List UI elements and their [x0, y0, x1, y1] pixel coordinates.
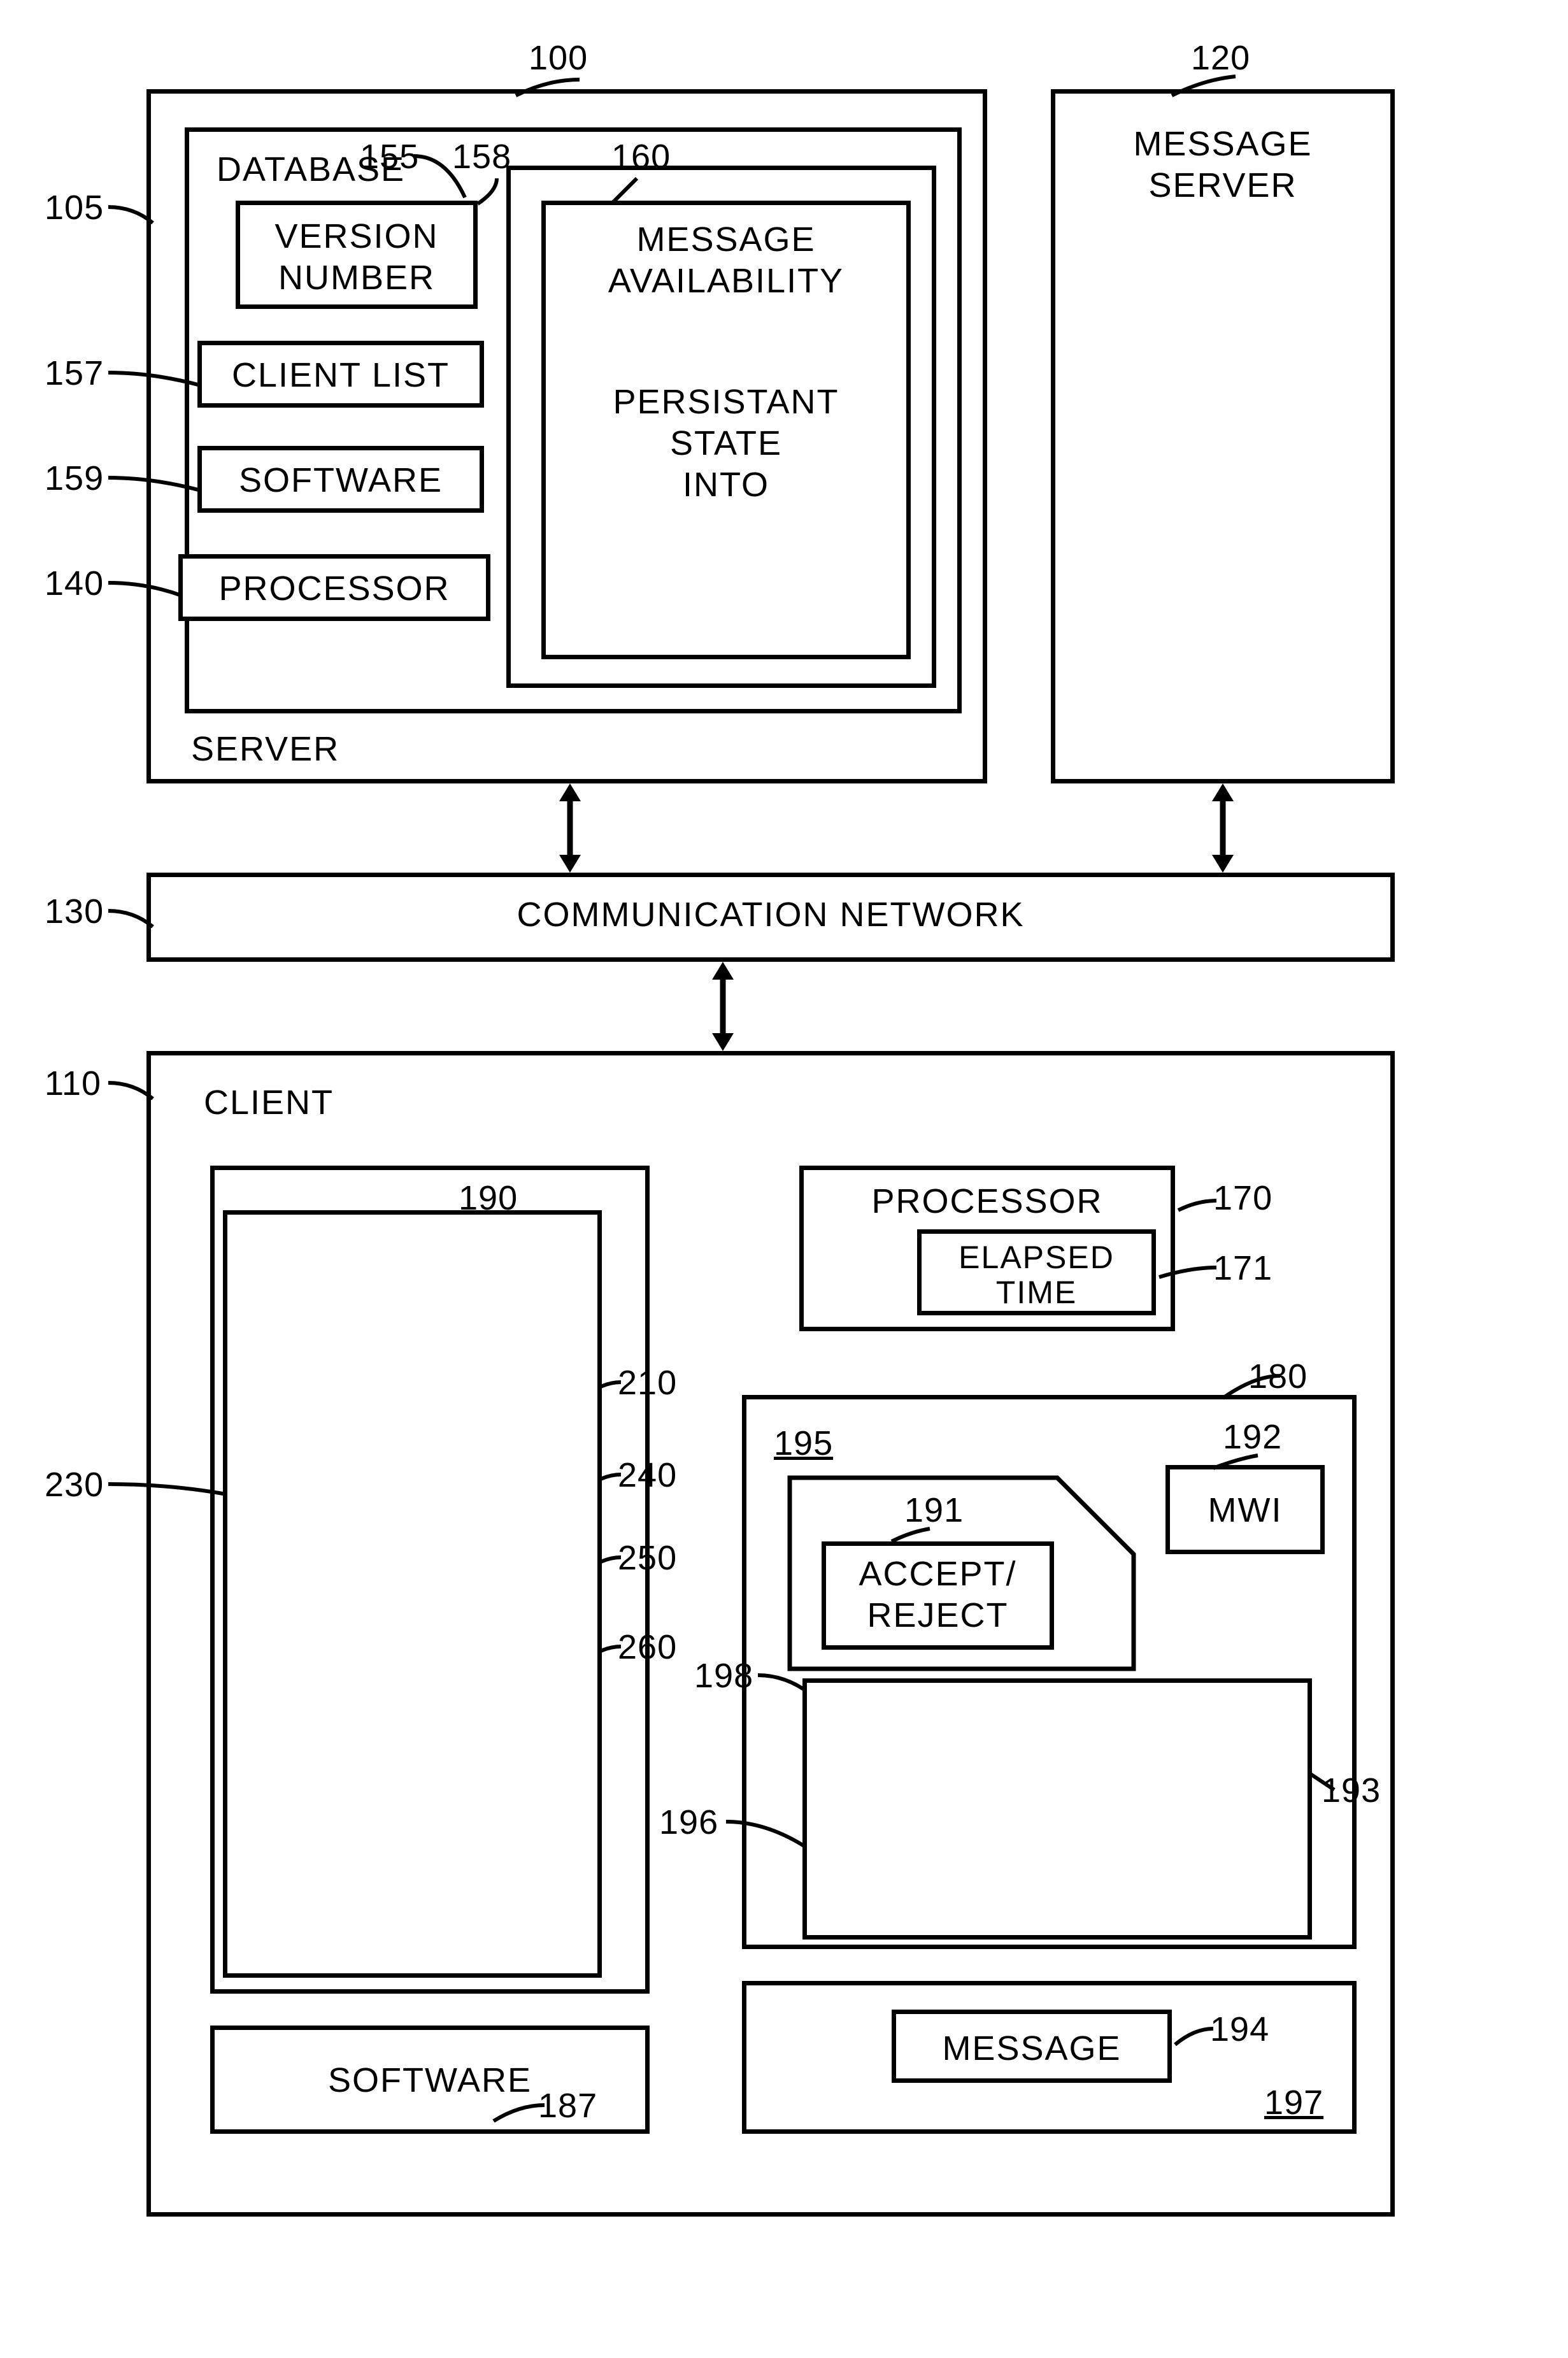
server-software-label: SOFTWARE: [197, 461, 484, 500]
arrow-network-client: [707, 962, 739, 1051]
ref-159: 159: [45, 459, 104, 498]
persist-l1: PERSISTANT: [541, 382, 911, 422]
version-number-l1: VERSION: [236, 217, 478, 256]
ref-195: 195: [774, 1424, 833, 1463]
ref-158: 158: [452, 137, 511, 176]
accept-reject-l2: REJECT: [822, 1596, 1054, 1635]
ref-130: 130: [45, 892, 104, 931]
ref-105: 105: [45, 188, 104, 227]
leader-158: [471, 172, 510, 210]
leader-192: [1207, 1449, 1271, 1475]
comm-network-label: COMMUNICATION NETWORK: [146, 895, 1395, 934]
version-number-l2: NUMBER: [236, 258, 478, 297]
accept-reject-l1: ACCEPT/: [822, 1554, 1054, 1594]
client-label: CLIENT: [204, 1083, 334, 1122]
leader-194: [1169, 2019, 1220, 2051]
msg-avail-l1: MESSAGE: [541, 220, 911, 259]
leader-110: [102, 1073, 159, 1105]
ref-157: 157: [45, 354, 104, 393]
msg-avail-l2: AVAILABILITY: [541, 261, 911, 301]
elapsed-time-l2: TIME: [917, 1274, 1156, 1311]
ref-198: 198: [694, 1656, 753, 1696]
leader-191: [885, 1522, 943, 1548]
persist-l2: STATE: [541, 424, 911, 463]
leader-100: [510, 70, 592, 102]
elapsed-time-l1: ELAPSED: [917, 1239, 1156, 1276]
message-server-l2: SERVER: [1051, 166, 1395, 205]
message-label: MESSAGE: [892, 2029, 1172, 2068]
persist-l3: INTO: [541, 465, 911, 504]
ref-140: 140: [45, 564, 104, 603]
client-database-inner: [223, 1210, 602, 1978]
arrow-msgserver-network: [1207, 783, 1239, 873]
client-processor-label: PROCESSOR: [799, 1182, 1175, 1221]
inner-group-198-196: [802, 1678, 1312, 1940]
leader-170: [1172, 1191, 1223, 1217]
leader-187: [487, 2096, 551, 2127]
leader-171b: [1153, 1258, 1223, 1283]
leader-159: [102, 468, 204, 500]
ref-160: 160: [611, 137, 671, 176]
ref-230: 230: [45, 1465, 104, 1504]
arrow-server-network: [554, 783, 586, 873]
ref-110: 110: [45, 1064, 101, 1103]
ref-196: 196: [659, 1803, 718, 1842]
leader-160: [605, 172, 650, 210]
leader-130: [102, 901, 159, 933]
leader-180: [1216, 1366, 1286, 1404]
message-server-l1: MESSAGE: [1051, 124, 1395, 164]
leader-120: [1165, 70, 1242, 102]
server-label: SERVER: [191, 729, 339, 769]
mwi-label: MWI: [1165, 1490, 1325, 1530]
client-list-label: CLIENT LIST: [197, 355, 484, 395]
leader-140: [102, 573, 185, 605]
server-processor-label: PROCESSOR: [178, 569, 490, 608]
leader-157: [102, 363, 204, 395]
ref-197: 197: [1264, 2083, 1323, 2122]
leader-105: [102, 197, 159, 229]
